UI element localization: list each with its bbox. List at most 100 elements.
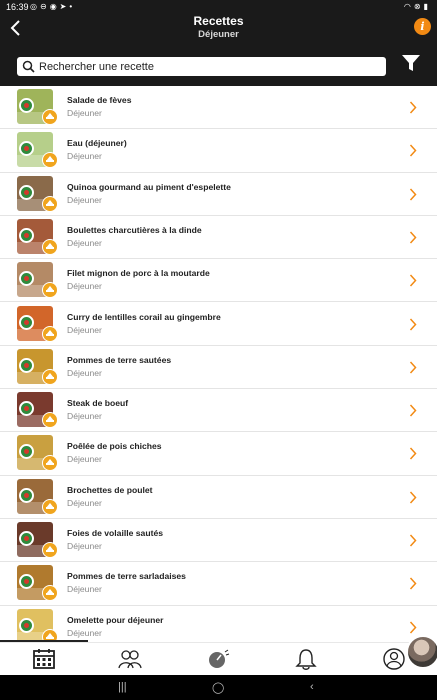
recipe-name: Brochettes de poulet xyxy=(67,484,153,495)
recipe-row[interactable]: Eau (déjeuner) Déjeuner xyxy=(0,129,437,173)
battery-icon: ▮ xyxy=(423,2,431,11)
search-box[interactable] xyxy=(17,57,386,76)
recipe-category: Déjeuner xyxy=(67,324,102,335)
recipe-row[interactable]: Omelette pour déjeuner Déjeuner xyxy=(0,606,437,642)
info-icon[interactable]: i xyxy=(414,18,431,35)
chevron-right-icon xyxy=(409,231,417,244)
timer-badge-icon xyxy=(19,98,34,113)
chevron-right-icon xyxy=(409,274,417,287)
recipe-category: Déjeuner xyxy=(67,411,102,422)
timer-badge-icon xyxy=(19,401,34,417)
recipe-category: Déjeuner xyxy=(67,541,102,551)
premium-crown-icon xyxy=(42,585,58,602)
timer-badge-icon xyxy=(19,617,34,633)
chevron-right-icon xyxy=(409,491,417,504)
messenger-icon: ◉ xyxy=(49,2,60,11)
tab-bar xyxy=(0,642,437,675)
recipe-category: Déjeuner xyxy=(67,367,102,378)
premium-crown-icon xyxy=(42,368,58,385)
premium-crown-icon xyxy=(42,195,58,212)
profile-icon[interactable] xyxy=(382,648,406,670)
recipe-row[interactable]: Poêlée de pois chiches Déjeuner xyxy=(0,432,437,476)
premium-crown-icon xyxy=(42,152,58,169)
recipe-name: Steak de boeuf xyxy=(67,398,129,409)
bell-icon[interactable] xyxy=(294,648,318,670)
timer-badge-icon xyxy=(19,227,34,243)
recipe-category: Déjeuner xyxy=(67,237,102,248)
premium-crown-icon xyxy=(42,498,58,515)
premium-crown-icon xyxy=(42,282,58,299)
chevron-right-icon xyxy=(409,144,417,157)
recipe-category: Déjeuner xyxy=(67,627,102,638)
search-input[interactable] xyxy=(39,58,379,75)
status-bar: 16:39 ◎⊖◉➤• ◠⊗▮ xyxy=(0,0,437,14)
app-header: Recettes Déjeuner i xyxy=(0,14,437,48)
timer-badge-icon xyxy=(19,531,34,546)
dot-icon: • xyxy=(69,2,76,11)
notification-icon: ⊖ xyxy=(39,2,50,11)
chevron-right-icon xyxy=(409,188,417,201)
recipe-list: Salade de fèves Déjeuner Eau (déjeuner) Déj… xyxy=(0,86,437,642)
premium-crown-icon xyxy=(42,542,58,558)
recipe-row[interactable]: Steak de boeuf Déjeuner xyxy=(0,389,437,433)
recipe-row[interactable]: Pommes de terre sarladaises Déjeuner xyxy=(0,562,437,606)
recipe-row[interactable]: Filet mignon de porc à la moutarde Déjeun… xyxy=(0,259,437,303)
premium-crown-icon xyxy=(42,325,58,342)
recipe-category: Déjeuner xyxy=(67,454,102,465)
recents-icon[interactable]: ||| xyxy=(118,681,127,693)
chevron-right-icon xyxy=(409,534,417,547)
recipe-name: Filet mignon de porc à la moutarde xyxy=(67,268,210,279)
timer-badge-icon xyxy=(19,357,34,373)
nav-back-icon[interactable]: ‹ xyxy=(310,681,314,693)
page-subtitle: Déjeuner xyxy=(198,29,239,40)
recipe-category: Déjeuner xyxy=(67,151,102,162)
chevron-right-icon xyxy=(409,101,417,114)
page-title: Recettes xyxy=(193,14,244,28)
recipe-name: Pommes de terre sautées xyxy=(67,354,172,365)
status-system-icons: ◠⊗▮ xyxy=(404,2,431,11)
recipe-name: Salade de fèves xyxy=(67,95,132,105)
timer-badge-icon xyxy=(19,184,34,200)
whatsapp-icon: ◎ xyxy=(30,2,40,11)
chevron-right-icon xyxy=(409,404,417,417)
wifi-icon: ◠ xyxy=(403,2,414,11)
timer-badge-icon xyxy=(19,314,34,330)
chat-avatar[interactable] xyxy=(406,635,437,669)
recipe-row[interactable]: Curry de lentilles corail au gingembre Dé… xyxy=(0,303,437,346)
recipe-name: Poêlée de pois chiches xyxy=(67,441,162,452)
recipe-name: Curry de lentilles corail au gingembre xyxy=(67,311,221,322)
chevron-right-icon xyxy=(409,577,417,590)
chevron-right-icon xyxy=(409,361,417,374)
community-icon[interactable] xyxy=(118,648,142,670)
recipe-row[interactable]: Pommes de terre sautées Déjeuner xyxy=(0,346,437,390)
filter-icon[interactable] xyxy=(401,54,421,72)
search-bar xyxy=(0,48,437,86)
calendar-icon[interactable] xyxy=(32,648,56,670)
chevron-right-icon xyxy=(409,447,417,460)
status-time: 16:39 xyxy=(6,2,29,12)
recipe-name: Boulettes charcutières à la dinde xyxy=(67,224,202,235)
recipe-category: Déjeuner xyxy=(67,584,102,595)
home-icon[interactable]: ◯ xyxy=(212,681,224,694)
recipe-row[interactable]: Brochettes de poulet Déjeuner xyxy=(0,476,437,519)
mute-icon: ⊗ xyxy=(413,2,424,11)
timer-badge-icon xyxy=(19,487,34,503)
recipe-row[interactable]: Boulettes charcutières à la dinde Déjeune… xyxy=(0,216,437,260)
recipe-row[interactable]: Quinoa gourmand au piment d'espelette Déj… xyxy=(0,173,437,216)
scale-icon[interactable] xyxy=(206,648,230,670)
recipe-name: Pommes de terre sarladaises xyxy=(67,571,186,582)
premium-crown-icon xyxy=(42,238,58,255)
premium-crown-icon xyxy=(42,412,58,429)
recipe-name: Omelette pour déjeuner xyxy=(67,614,164,625)
search-icon xyxy=(22,60,35,73)
recipe-category: Déjeuner xyxy=(67,281,102,292)
system-nav-bar: ||| ◯ ‹ xyxy=(0,675,437,700)
chevron-right-icon xyxy=(409,621,417,634)
recipe-category: Déjeuner xyxy=(67,108,102,118)
recipe-name: Foies de volaille sautés xyxy=(67,528,164,538)
recipe-row[interactable]: Salade de fèves Déjeuner xyxy=(0,86,437,130)
recipe-category: Déjeuner xyxy=(67,194,102,205)
recipe-row[interactable]: Foies de volaille sautés Déjeuner xyxy=(0,519,437,563)
chevron-right-icon xyxy=(409,317,417,331)
recipe-name: Quinoa gourmand au piment d'espelette xyxy=(67,181,231,192)
